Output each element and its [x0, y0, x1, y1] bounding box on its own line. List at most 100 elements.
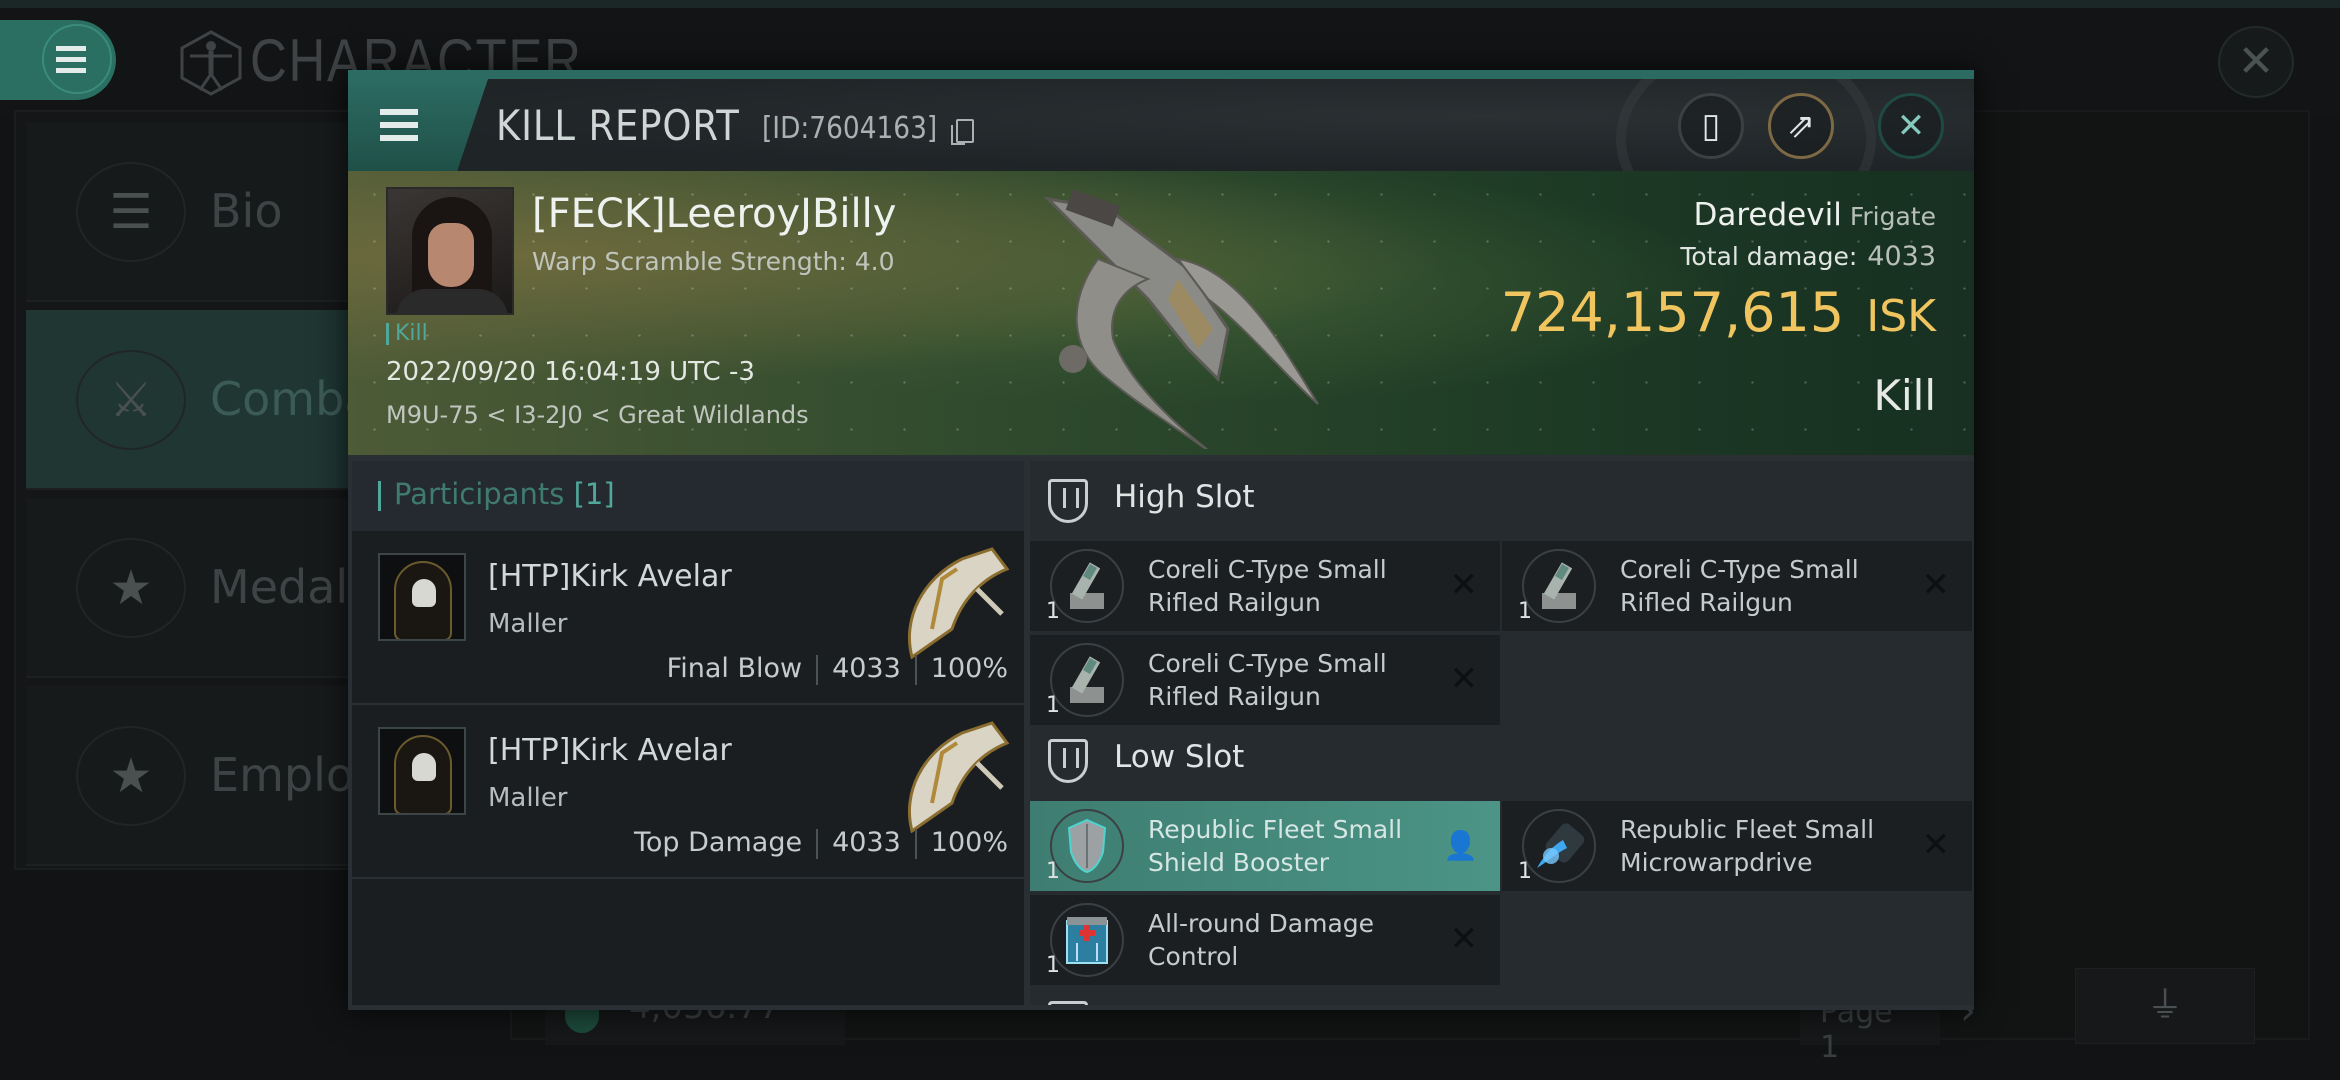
menu-icon — [56, 46, 86, 74]
bio-list-icon: ☰ — [76, 162, 186, 262]
top-strip — [0, 0, 2340, 8]
ship-name: Daredevil — [1693, 197, 1842, 233]
module-name: Coreli C-Type Small Rifled Railgun — [1148, 555, 1387, 617]
medal-star-icon: ★ — [76, 538, 186, 638]
dropped-person-icon: 👤 — [1443, 829, 1478, 862]
participant-portrait — [378, 727, 466, 815]
microwarpdrive-icon — [1522, 809, 1596, 883]
railgun-icon — [1522, 549, 1596, 623]
fitting-panel: High Slot 1 Coreli C-Type Small Rifled R… — [1030, 461, 1974, 1005]
victim-banner: [FECK]LeeroyJBilly Warp Scramble Strengt… — [348, 171, 1974, 455]
module-item[interactable]: 1 Coreli C-Type Small Rifled Railgun ✕ — [1030, 635, 1500, 725]
maller-ship-icon — [907, 721, 1010, 833]
module-name: Republic Fleet Small Shield Booster — [1148, 815, 1403, 877]
railgun-icon — [1050, 549, 1124, 623]
modal-header: KILL REPORT [ID:7604163] ▯ ⇗ ✕ — [348, 79, 1974, 171]
module-item[interactable]: 1 Coreli C-Type Small Rifled Railgun ✕ — [1502, 541, 1972, 631]
participant-role: Final Blow — [666, 653, 803, 684]
participant-role: Top Damage — [634, 827, 803, 858]
module-quantity: 1 — [1046, 693, 1060, 718]
share-icon: ⇗ — [1786, 106, 1816, 146]
kill-report-modal: KILL REPORT [ID:7604163] ▯ ⇗ ✕ [FECK]Lee… — [348, 70, 1974, 1010]
module-name: All-round Damage Control — [1148, 909, 1375, 971]
module-item[interactable]: 1 Coreli C-Type Small Rifled Railgun ✕ — [1030, 541, 1500, 631]
sidebar-item-label: Bio — [210, 184, 283, 238]
kill-location: M9U-75 < I3-2J0 < Great Wildlands — [386, 401, 809, 429]
destroyed-icon: ✕ — [1449, 659, 1479, 699]
high-slot-icon — [1048, 479, 1088, 523]
participant-percent: 100% — [930, 653, 1008, 684]
destroyed-icon: ✕ — [1921, 565, 1951, 605]
modal-accent-bar — [348, 70, 1974, 79]
module-item[interactable]: 1 All-round Damage Control ✕ — [1030, 895, 1500, 985]
clipboard-button[interactable]: ▯ — [1678, 93, 1744, 159]
main-menu-button[interactable] — [0, 20, 116, 100]
participant-damage: 4033 — [832, 653, 901, 684]
character-close-button[interactable]: ✕ — [2218, 26, 2294, 98]
maller-ship-icon — [907, 547, 1010, 659]
module-item[interactable]: 1 Republic Fleet Small Microwarpdrive ✕ — [1502, 801, 1972, 891]
destroyed-icon: ✕ — [1449, 919, 1479, 959]
participant-ship: Maller — [488, 783, 568, 813]
participant-row[interactable]: [HTP]Kirk Avelar Maller Final Blow 4033 10… — [352, 533, 1024, 705]
crossed-swords-icon: ⚔ — [76, 350, 186, 450]
module-quantity: 1 — [1046, 953, 1060, 978]
kill-result: Kill — [1873, 371, 1936, 420]
low-slot-icon — [1048, 739, 1088, 783]
total-damage: Total damage: 4033 — [1680, 241, 1936, 272]
copy-id-icon[interactable] — [951, 119, 974, 145]
module-quantity: 1 — [1518, 859, 1532, 884]
isk-value: 724,157,615 ISK — [1501, 281, 1936, 344]
participant-portrait — [378, 553, 466, 641]
victim-ship-render — [1043, 189, 1319, 449]
shield-booster-icon — [1050, 809, 1124, 883]
participant-percent: 100% — [930, 827, 1008, 858]
close-icon: ✕ — [1896, 106, 1926, 146]
menu-icon — [380, 109, 418, 141]
module-item[interactable]: 1 Republic Fleet Small Shield Booster 👤 — [1030, 801, 1500, 891]
victim-name[interactable]: [FECK]LeeroyJBilly — [532, 191, 896, 237]
employment-star-icon: ★ — [76, 726, 186, 826]
participants-header: Participants [1] — [352, 461, 1024, 531]
total-damage-label: Total damage: — [1680, 242, 1858, 271]
ship-class: Frigate — [1849, 202, 1936, 231]
participant-name: [HTP]Kirk Avelar — [488, 733, 732, 768]
module-name: Coreli C-Type Small Rifled Railgun — [1148, 649, 1387, 711]
participant-row[interactable]: [HTP]Kirk Avelar Maller Top Damage 4033 10… — [352, 707, 1024, 879]
kill-tag: Kill — [386, 323, 428, 345]
participant-stats: Final Blow 4033 100% — [667, 653, 1008, 685]
module-quantity: 1 — [1046, 859, 1060, 884]
header-planet-art — [1616, 79, 1876, 171]
destroyed-icon: ✕ — [1921, 825, 1951, 865]
participant-stats: Top Damage 4033 100% — [634, 827, 1008, 859]
slot-label: Mid Slot — [1114, 1001, 1238, 1005]
isk-unit: ISK — [1866, 291, 1936, 342]
low-slot-header: Low Slot — [1030, 721, 1974, 797]
kill-id: [ID:7604163] — [762, 111, 938, 146]
filter-icon: ⏚ — [2146, 985, 2183, 1026]
modal-menu-button[interactable] — [348, 79, 488, 171]
mid-slot-header: Mid Slot — [1030, 983, 1974, 1005]
high-slot-header: High Slot — [1030, 461, 1974, 537]
module-name: Coreli C-Type Small Rifled Railgun — [1620, 555, 1859, 617]
participant-name: [HTP]Kirk Avelar — [488, 559, 732, 594]
victim-portrait[interactable] — [386, 187, 514, 315]
participants-panel: Participants [1] [HTP]Kirk Avelar Maller… — [352, 461, 1024, 1005]
total-damage-value: 4033 — [1867, 241, 1936, 272]
filter-button[interactable]: ⏚ — [2075, 968, 2255, 1044]
damage-control-icon — [1050, 903, 1124, 977]
slot-label: Low Slot — [1114, 739, 1245, 775]
victim-subtitle: Warp Scramble Strength: 4.0 — [532, 247, 895, 276]
clipboard-icon: ▯ — [1701, 106, 1721, 146]
participant-ship: Maller — [488, 609, 568, 639]
module-quantity: 1 — [1518, 599, 1532, 624]
participant-damage: 4033 — [832, 827, 901, 858]
module-quantity: 1 — [1046, 599, 1060, 624]
slot-label: High Slot — [1114, 479, 1255, 515]
sidebar-item-label: Medal — [210, 560, 349, 614]
destroyed-icon: ✕ — [1449, 565, 1479, 605]
modal-close-button[interactable]: ✕ — [1878, 93, 1944, 159]
participants-count: [1] — [573, 477, 615, 511]
mid-slot-icon — [1048, 1001, 1088, 1005]
share-button[interactable]: ⇗ — [1768, 93, 1834, 159]
